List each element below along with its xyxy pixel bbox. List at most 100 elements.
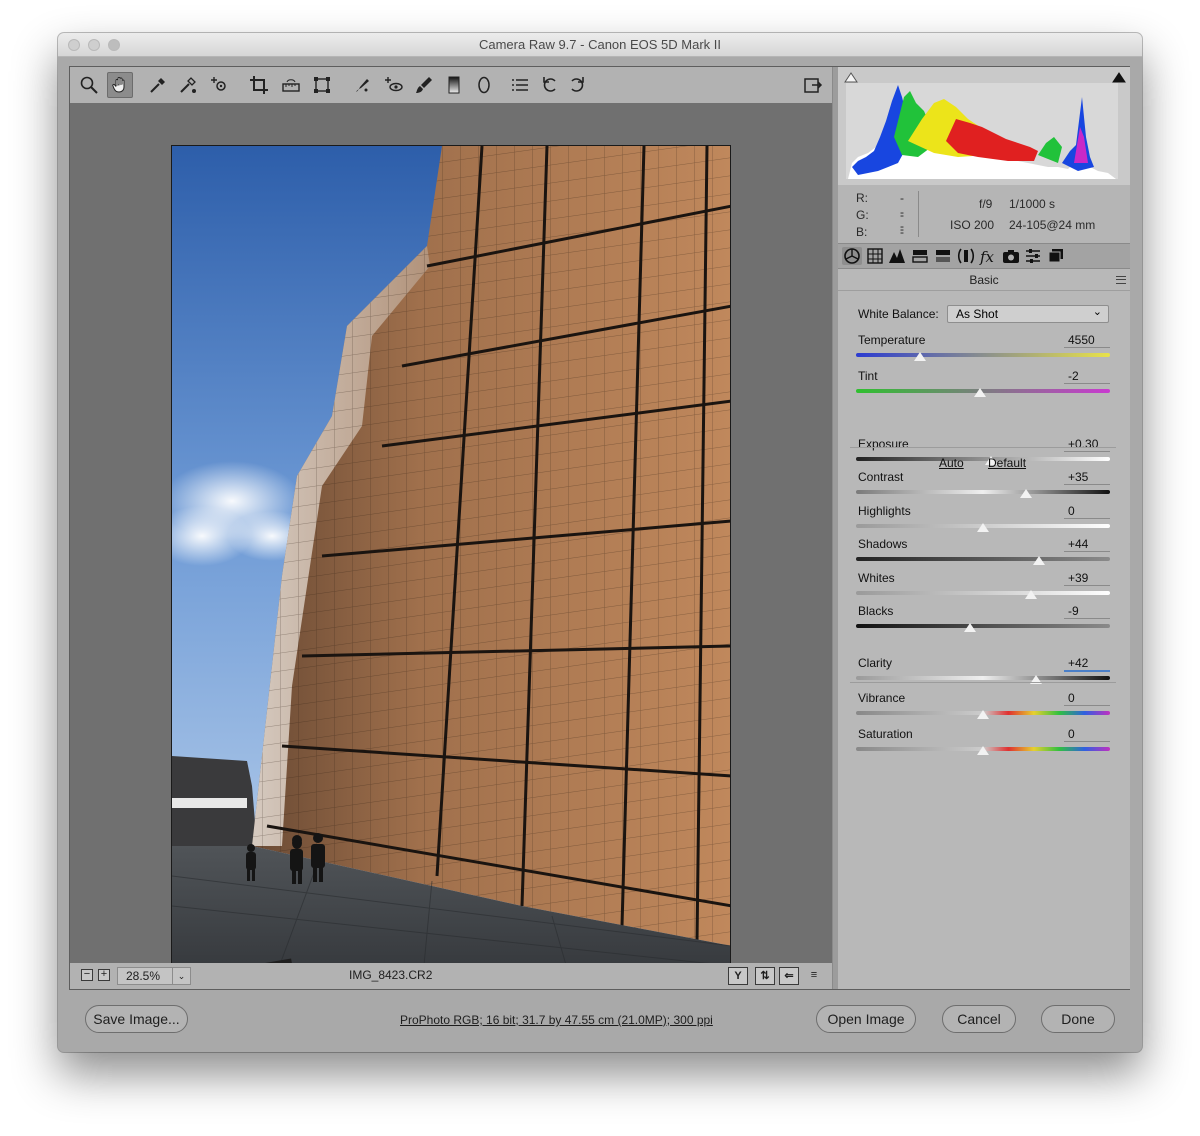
cancel-button[interactable]: Cancel xyxy=(942,1005,1016,1033)
b-readout: B:--- xyxy=(856,225,904,267)
save-image-button[interactable]: Save Image... xyxy=(85,1005,188,1033)
lens-value: 24-105@24 mm xyxy=(1009,218,1096,232)
temperature-label: Temperature xyxy=(858,333,926,347)
spot-removal-icon[interactable] xyxy=(349,72,375,98)
clarity-value-field[interactable]: +42 xyxy=(1064,656,1110,672)
preferences-icon[interactable] xyxy=(507,72,533,98)
image-preview-area[interactable] xyxy=(70,103,832,985)
tint-value-field[interactable]: -2 xyxy=(1064,369,1110,384)
iso-value: ISO 200 xyxy=(950,218,995,232)
whites-slider-thumb[interactable] xyxy=(1024,589,1039,600)
fullscreen-icon[interactable] xyxy=(800,72,826,98)
color-sampler-icon[interactable] xyxy=(175,72,201,98)
red-eye-icon[interactable] xyxy=(380,72,406,98)
detail-tab-icon[interactable] xyxy=(887,247,907,265)
zoom-icon[interactable] xyxy=(76,72,102,98)
highlights-slider-thumb[interactable] xyxy=(976,522,990,533)
before-after-view-button[interactable]: Y xyxy=(728,967,748,985)
adjustment-brush-icon[interactable] xyxy=(411,72,437,98)
white-balance-value: As Shot xyxy=(956,307,999,321)
zoom-in-button[interactable]: + xyxy=(98,969,110,981)
histogram-graph xyxy=(846,83,1118,179)
contrast-slider-thumb[interactable] xyxy=(1019,488,1034,499)
basic-tab-icon[interactable] xyxy=(842,247,862,265)
graduated-filter-icon[interactable] xyxy=(441,72,467,98)
exposure-label: Exposure xyxy=(858,437,909,451)
contrast-value-field[interactable]: +35 xyxy=(1064,470,1110,485)
blacks-slider-track[interactable] xyxy=(856,624,1110,628)
clarity-slider-track[interactable] xyxy=(856,676,1110,680)
g-readout: G:--- xyxy=(856,208,904,250)
toggle-settings-icon[interactable]: ≡ xyxy=(804,967,824,985)
temperature-value-field[interactable]: 4550 xyxy=(1064,333,1110,348)
radial-filter-icon[interactable] xyxy=(471,72,497,98)
tone-curve-tab-icon[interactable] xyxy=(865,247,885,265)
shadows-slider-thumb[interactable] xyxy=(1031,555,1046,566)
targeted-adjustment-icon[interactable] xyxy=(206,72,232,98)
blacks-label: Blacks xyxy=(858,604,894,618)
r-readout: R: --- xyxy=(856,191,904,233)
toolbar xyxy=(70,67,832,103)
rotate-cw-icon[interactable] xyxy=(564,72,590,98)
photo-image xyxy=(172,146,730,984)
open-image-button[interactable]: Open Image xyxy=(816,1005,916,1033)
lens-corrections-tab-icon[interactable] xyxy=(956,247,976,265)
white-balance-icon[interactable] xyxy=(145,72,171,98)
tint-slider-thumb[interactable] xyxy=(973,387,988,398)
zoom-level-select[interactable]: 28.5% ⌄ xyxy=(117,967,191,985)
effects-tab-icon[interactable]: fx xyxy=(978,247,998,265)
whites-value-field[interactable]: +39 xyxy=(1064,571,1110,586)
shadows-value-field[interactable]: +44 xyxy=(1064,537,1110,552)
shadow-clipping-icon[interactable] xyxy=(844,70,858,83)
whites-slider-track[interactable] xyxy=(856,591,1110,595)
camera-calibration-tab-icon[interactable] xyxy=(1001,247,1021,265)
copy-settings-icon[interactable]: ⇐ xyxy=(779,967,799,985)
swap-before-after-icon[interactable]: ⇅ xyxy=(755,967,775,985)
white-balance-select[interactable]: As Shot ⌄ xyxy=(947,305,1109,323)
section-title: Basic xyxy=(838,269,1130,291)
saturation-label: Saturation xyxy=(858,727,913,741)
split-toning-tab-icon[interactable] xyxy=(933,247,953,265)
vibrance-value-field[interactable]: 0 xyxy=(1064,691,1110,706)
highlights-value-field[interactable]: 0 xyxy=(1064,504,1110,519)
hsl-tab-icon[interactable] xyxy=(910,247,930,265)
exposure-slider-track[interactable] xyxy=(856,457,1110,461)
svg-text:fx: fx xyxy=(979,248,995,265)
aperture-value: f/9 xyxy=(979,197,993,211)
photo-preview[interactable] xyxy=(171,145,731,985)
blacks-value-field[interactable]: -9 xyxy=(1064,604,1110,619)
done-button[interactable]: Done xyxy=(1041,1005,1115,1033)
exposure-value-field[interactable]: +0.30 xyxy=(1064,437,1110,452)
hand-icon[interactable] xyxy=(107,72,133,98)
presets-tab-icon[interactable] xyxy=(1023,247,1043,265)
snapshots-tab-icon[interactable] xyxy=(1046,247,1066,265)
saturation-value-field[interactable]: 0 xyxy=(1064,727,1110,742)
rotate-ccw-icon[interactable] xyxy=(537,72,563,98)
main-area: − + 28.5% ⌄ IMG_8423.CR2 Y ⇅ ⇐ ≡ R: --- … xyxy=(69,66,1130,990)
zoom-out-button[interactable]: − xyxy=(81,969,93,981)
panel-menu-icon[interactable] xyxy=(1116,276,1126,284)
temperature-slider-thumb[interactable] xyxy=(912,351,927,362)
crop-icon[interactable] xyxy=(246,72,272,98)
contrast-slider-track[interactable] xyxy=(856,490,1110,494)
transform-icon[interactable] xyxy=(309,72,335,98)
straighten-icon[interactable] xyxy=(278,72,304,98)
default-button[interactable]: Default xyxy=(988,456,1026,470)
workflow-options-link[interactable]: ProPhoto RGB; 16 bit; 31.7 by 47.55 cm (… xyxy=(400,1013,713,1027)
saturation-slider-thumb[interactable] xyxy=(976,745,990,756)
shadows-slider-track[interactable] xyxy=(856,557,1110,561)
g-label: G: xyxy=(856,208,869,222)
blacks-slider-thumb[interactable] xyxy=(963,622,978,633)
highlight-clipping-icon[interactable] xyxy=(1112,70,1126,83)
histogram xyxy=(838,67,1130,185)
zoom-level-value: 28.5% xyxy=(126,969,161,983)
vibrance-slider-thumb[interactable] xyxy=(976,709,990,720)
auto-button[interactable]: Auto xyxy=(939,456,964,470)
shadows-label: Shadows xyxy=(858,537,908,551)
section-separator xyxy=(850,447,1116,448)
temperature-slider-track[interactable] xyxy=(856,353,1110,357)
filename-label: IMG_8423.CR2 xyxy=(349,968,433,982)
clarity-label: Clarity xyxy=(858,656,893,670)
section-separator xyxy=(850,682,1116,683)
whites-label: Whites xyxy=(858,571,895,585)
